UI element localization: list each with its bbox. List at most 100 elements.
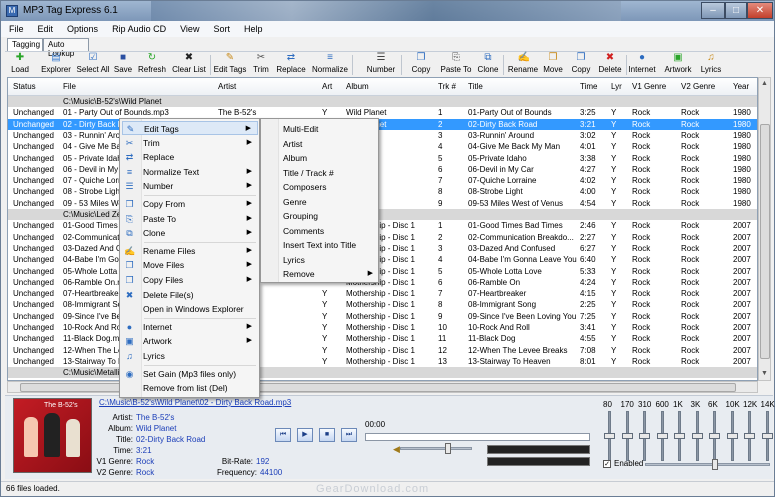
context-menu-item-normalize-text[interactable]: ≡ Normalize Text ▶ — [122, 165, 258, 179]
submenu-item-artist[interactable]: Artist — [283, 137, 377, 151]
group-header[interactable]: C:\Music\B-52's\Wild Planet — [8, 96, 757, 107]
context-menu-item-open-in-windows-explorer[interactable]: Open in Windows Explorer — [122, 302, 258, 316]
submenu-item-insert-text-into-title[interactable]: Insert Text into Title — [283, 238, 377, 252]
context-menu-item-copy-files[interactable]: ❐ Copy Files ▶ — [122, 273, 258, 287]
toolbar-delete-button[interactable]: ✖ Delete — [596, 53, 624, 77]
context-menu-item-clone[interactable]: ⧉ Clone ▶ — [122, 226, 258, 240]
tab-auto-lookup[interactable]: Auto Lookup — [43, 38, 89, 58]
menu-rip-audio-cd[interactable]: Rip Audio CD — [104, 21, 172, 34]
toolbar-normalize-button[interactable]: ≡ Normalize — [310, 53, 350, 77]
eq-band-knob[interactable] — [709, 433, 720, 439]
now-playing-path[interactable]: C:\Music\B-52's\Wild Planet\02 - Dirty B… — [99, 398, 291, 407]
toolbar-clone-button[interactable]: ⧉ Clone — [475, 53, 501, 77]
context-menu-item-copy-from[interactable]: ❐ Copy From ▶ — [122, 197, 258, 211]
submenu-item-album[interactable]: Album — [283, 151, 377, 165]
submenu-item-remove[interactable]: Remove ▶ — [283, 267, 377, 281]
context-menu-item-remove-from-list-del[interactable]: Remove from list (Del) — [122, 381, 258, 395]
toolbar-clear-list-button[interactable]: ✖ Clear List — [170, 53, 208, 77]
column-header-trk-[interactable]: Trk # — [438, 82, 456, 91]
vertical-scrollbar[interactable]: ▲ ▼ — [758, 77, 771, 381]
column-header-v1-genre[interactable]: V1 Genre — [632, 82, 666, 91]
eq-band-knob[interactable] — [656, 433, 668, 439]
column-header-v2-genre[interactable]: V2 Genre — [681, 82, 715, 91]
scroll-down-icon[interactable]: ▼ — [759, 368, 770, 380]
toolbar-lyrics-button[interactable]: ♫ Lyrics — [697, 53, 725, 77]
minimize-button[interactable]: – — [701, 2, 725, 19]
toolbar-move-button[interactable]: ❐ Move — [541, 53, 565, 77]
submenu-item-multi-edit[interactable]: Multi-Edit — [283, 122, 377, 136]
toolbar-rename-button[interactable]: ✍ Rename — [507, 53, 539, 77]
toolbar-replace-button[interactable]: ⇄ Replace — [275, 53, 307, 77]
maximize-button[interactable]: □ — [725, 2, 747, 19]
submenu-item-grouping[interactable]: Grouping — [283, 209, 377, 223]
table-row[interactable]: Unchanged 01 - Party Out of Bounds.mp3 The… — [8, 107, 757, 118]
context-menu-item-replace[interactable]: ⇄ Replace — [122, 150, 258, 164]
column-header-file[interactable]: File — [63, 82, 76, 91]
eq-band-knob[interactable] — [639, 433, 650, 439]
column-header-album[interactable]: Album — [346, 82, 369, 91]
toolbar-refresh-button[interactable]: ↻ Refresh — [135, 53, 169, 77]
context-menu-item-number[interactable]: ☰ Number ▶ — [122, 179, 258, 193]
preamp-slider[interactable] — [645, 463, 770, 466]
toolbar-internet-button[interactable]: ● Internet — [627, 53, 657, 77]
menu-help[interactable]: Help — [236, 21, 269, 34]
toolbar-paste-to-button[interactable]: ⎘ Paste To — [438, 53, 474, 77]
vertical-scroll-thumb[interactable] — [760, 124, 770, 359]
submenu-item-title-track[interactable]: Title / Track # — [283, 166, 377, 180]
context-menu-item-rename-files[interactable]: ✍ Rename Files ▶ — [122, 244, 258, 258]
column-header-artist[interactable]: Artist — [218, 82, 236, 91]
context-menu-item-edit-tags[interactable]: ✎ Edit Tags ▶ — [122, 121, 258, 135]
toolbar-load-button[interactable]: ✚ Load — [5, 53, 35, 77]
title-bar[interactable]: M MP3 Tag Express 6.1 – □ ✕ — [1, 1, 774, 21]
context-menu-item-move-files[interactable]: ❐ Move Files ▶ — [122, 258, 258, 272]
menu-sort[interactable]: Sort — [205, 21, 236, 34]
toolbar-select-all-button[interactable]: ☑ Select All — [75, 53, 111, 77]
volume-slider[interactable] — [400, 447, 472, 450]
toolbar-explorer-button[interactable]: ▤ Explorer — [39, 53, 73, 77]
context-menu-item-delete-file-s[interactable]: ✖ Delete File(s) — [122, 288, 258, 302]
prev-button[interactable]: ⏮ — [275, 428, 291, 442]
context-menu-item-set-gain-mp3-files-only[interactable]: ◉ Set Gain (Mp3 files only) — [122, 367, 258, 381]
eq-band-knob[interactable] — [691, 433, 703, 439]
eq-band-knob[interactable] — [621, 433, 633, 439]
column-header-lyr[interactable]: Lyr — [611, 82, 622, 91]
context-menu-item-lyrics[interactable]: ♫ Lyrics — [122, 349, 258, 363]
scroll-up-icon[interactable]: ▲ — [759, 78, 770, 90]
eq-band-knob[interactable] — [726, 433, 738, 439]
preamp-knob[interactable] — [712, 459, 718, 470]
menu-edit[interactable]: Edit — [30, 21, 60, 34]
context-menu-item-artwork[interactable]: ▣ Artwork ▶ — [122, 334, 258, 348]
context-menu-item-trim[interactable]: ✂ Trim ▶ — [122, 136, 258, 150]
toolbar-copy-button[interactable]: ❐ Copy — [568, 53, 594, 77]
seek-bar[interactable] — [365, 433, 590, 441]
toolbar-save-button[interactable]: ■ Save — [113, 53, 133, 77]
eq-band-knob[interactable] — [744, 433, 755, 439]
eq-band-knob[interactable] — [761, 433, 773, 439]
submenu-item-genre[interactable]: Genre — [283, 195, 377, 209]
column-header-status[interactable]: Status — [13, 82, 36, 91]
context-menu-item-internet[interactable]: ● Internet ▶ — [122, 320, 258, 334]
column-header-art[interactable]: Art — [322, 82, 332, 91]
play-button[interactable]: ▶ — [297, 428, 313, 442]
eq-enabled-checkbox[interactable]: ✓ — [603, 459, 611, 468]
toolbar-edit-tags-button[interactable]: ✎ Edit Tags — [212, 53, 248, 77]
toolbar-number-button[interactable]: ☰ Number — [363, 53, 399, 77]
eq-band-knob[interactable] — [604, 433, 615, 439]
menu-file[interactable]: File — [1, 21, 30, 34]
volume-knob[interactable] — [445, 443, 451, 454]
toolbar-copy-button[interactable]: ❐ Copy — [409, 53, 433, 77]
menu-view[interactable]: View — [172, 21, 205, 34]
context-menu-item-paste-to[interactable]: ⎘ Paste To ▶ — [122, 212, 258, 226]
close-button[interactable]: ✕ — [747, 2, 773, 19]
column-header-time[interactable]: Time — [580, 82, 597, 91]
menu-options[interactable]: Options — [59, 21, 104, 34]
column-header-year[interactable]: Year — [733, 82, 749, 91]
submenu-item-comments[interactable]: Comments — [283, 224, 377, 238]
toolbar-artwork-button[interactable]: ▣ Artwork — [662, 53, 694, 77]
stop-button[interactable]: ■ — [319, 428, 335, 442]
eq-band-knob[interactable] — [674, 433, 685, 439]
eq-enabled[interactable]: ✓ Enabled — [603, 459, 643, 468]
toolbar-trim-button[interactable]: ✂ Trim — [251, 53, 271, 77]
tab-tagging[interactable]: Tagging — [7, 38, 43, 52]
next-button[interactable]: ⏭ — [341, 428, 357, 442]
